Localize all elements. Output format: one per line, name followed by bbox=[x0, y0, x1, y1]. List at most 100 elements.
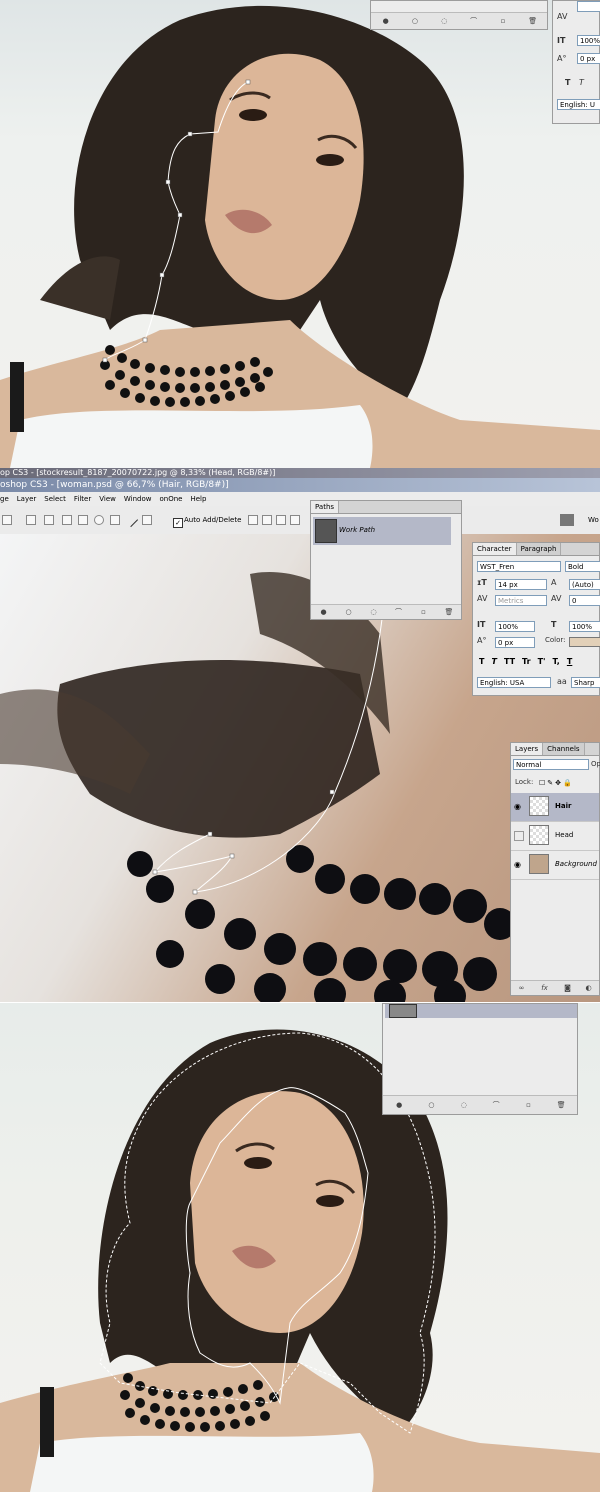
paths-panel-fragment-3: ● ○ ◌ ⌒ ▫ 🗑 bbox=[382, 1003, 578, 1115]
leading-field[interactable]: 100% bbox=[577, 35, 600, 46]
new-path-icon[interactable]: ▫ bbox=[524, 1101, 532, 1109]
tab-layers[interactable]: Layers bbox=[511, 743, 544, 755]
tracking-field[interactable]: 0 bbox=[569, 595, 600, 606]
menu-select[interactable]: Select bbox=[44, 492, 66, 506]
auto-add-delete-checkbox[interactable]: ✓ bbox=[173, 518, 183, 528]
lock-icons[interactable]: ☐✎✥🔒 bbox=[539, 779, 574, 787]
faux-italic-button[interactable]: T bbox=[491, 657, 496, 666]
trash-icon[interactable]: 🗑 bbox=[445, 608, 454, 616]
superscript-button[interactable]: T' bbox=[538, 657, 546, 666]
baseline-shift-field[interactable]: 0 px bbox=[495, 637, 535, 648]
character-panel-fragment-1: AV IT 100% A° 0 px T T English: U bbox=[552, 0, 600, 124]
path-row-work-path[interactable]: Work Path bbox=[313, 517, 451, 545]
new-path-icon[interactable]: ▫ bbox=[499, 17, 507, 25]
link-icon[interactable]: ∞ bbox=[518, 984, 526, 992]
stroke-path-icon[interactable]: ○ bbox=[427, 1101, 435, 1109]
all-caps-button[interactable]: TT bbox=[504, 657, 515, 666]
path-subtract-button[interactable] bbox=[262, 515, 272, 525]
menu-filter[interactable]: Filter bbox=[74, 492, 91, 506]
adjustment-icon[interactable]: ◐ bbox=[585, 984, 593, 992]
tab-character[interactable]: Character bbox=[473, 543, 517, 555]
language-select[interactable]: English: USA bbox=[477, 677, 551, 688]
layer-row-hair[interactable]: ◉ Hair bbox=[511, 793, 599, 822]
leading-field[interactable]: (Auto) bbox=[569, 579, 600, 590]
font-style-select[interactable]: Bold bbox=[565, 561, 600, 572]
polygon-tool-button[interactable] bbox=[110, 515, 120, 525]
make-path-icon[interactable]: ⌒ bbox=[470, 17, 478, 25]
photo-frame-1 bbox=[0, 0, 600, 468]
font-size-field[interactable]: 14 px bbox=[495, 579, 547, 590]
load-selection-icon[interactable]: ◌ bbox=[440, 17, 448, 25]
trash-icon[interactable]: 🗑 bbox=[557, 1101, 566, 1109]
character-panel: Character Paragraph WST_Fren Bold ɪT 14 … bbox=[472, 542, 600, 696]
kerning-field[interactable]: Metrics bbox=[495, 595, 547, 606]
new-path-icon[interactable]: ▫ bbox=[420, 608, 428, 616]
layer-thumbnail bbox=[529, 854, 549, 874]
workspace-icon[interactable] bbox=[560, 514, 574, 526]
tracking-field-fragment[interactable] bbox=[577, 1, 600, 12]
eye-icon[interactable]: ◉ bbox=[514, 802, 524, 812]
fill-path-icon[interactable]: ● bbox=[382, 17, 390, 25]
font-family-select[interactable]: WST_Fren bbox=[477, 561, 561, 572]
fill-path-icon[interactable]: ● bbox=[320, 608, 328, 616]
path-intersect-button[interactable] bbox=[276, 515, 286, 525]
leading-icon: A bbox=[551, 578, 557, 587]
blend-mode-select[interactable]: Normal bbox=[513, 759, 589, 770]
language-select[interactable]: English: U bbox=[557, 99, 600, 110]
make-path-icon[interactable]: ⌒ bbox=[395, 608, 403, 616]
antialias-select[interactable]: Sharp bbox=[571, 677, 600, 688]
fx-label[interactable]: fx bbox=[539, 984, 551, 992]
tab-paths[interactable]: Paths bbox=[311, 501, 340, 513]
baseline-shift-field[interactable]: 0 px bbox=[577, 53, 600, 64]
custom-shape-button[interactable] bbox=[142, 515, 152, 525]
vertical-scale-field[interactable]: 100% bbox=[495, 621, 535, 632]
menu-view[interactable]: View bbox=[99, 492, 116, 506]
menu-image[interactable]: ge bbox=[0, 492, 9, 506]
menu-help[interactable]: Help bbox=[190, 492, 206, 506]
tab-paragraph[interactable]: Paragraph bbox=[516, 543, 562, 555]
line-tool-button[interactable] bbox=[123, 512, 139, 528]
paths-mode-button[interactable] bbox=[26, 515, 36, 525]
faux-bold-button[interactable]: T bbox=[479, 657, 484, 666]
paths-panel-fragment-1: ● ○ ◌ ⌒ ▫ 🗑 bbox=[370, 0, 548, 30]
underline-button[interactable]: T bbox=[567, 657, 572, 666]
eye-icon[interactable]: ◉ bbox=[514, 860, 524, 870]
load-selection-icon[interactable]: ◌ bbox=[370, 608, 378, 616]
style-buttons-row: T T TT Tr T' T, T bbox=[479, 657, 572, 666]
faux-bold-button[interactable]: T bbox=[565, 77, 570, 88]
ellipse-tool-button[interactable] bbox=[94, 515, 104, 525]
path-add-button[interactable] bbox=[248, 515, 258, 525]
paths-tabrow: Paths bbox=[311, 501, 461, 514]
layer-row-background[interactable]: ◉ Background bbox=[511, 851, 599, 880]
window-title: oshop CS3 - [woman.psd @ 66,7% (Hair, RG… bbox=[0, 478, 600, 492]
path-thumbnail bbox=[315, 519, 337, 543]
fill-path-icon[interactable]: ● bbox=[395, 1101, 403, 1109]
rounded-rect-tool-button[interactable] bbox=[78, 515, 88, 525]
load-selection-icon[interactable]: ◌ bbox=[460, 1101, 468, 1109]
layer-name: Background bbox=[555, 860, 597, 868]
menu-layer[interactable]: Layer bbox=[17, 492, 37, 506]
small-caps-button[interactable]: Tr bbox=[522, 657, 531, 666]
mask-icon[interactable]: ◙ bbox=[564, 984, 572, 992]
subscript-button[interactable]: T, bbox=[552, 657, 559, 666]
path-row-fragment[interactable] bbox=[385, 1004, 577, 1018]
pen-tool-button[interactable] bbox=[44, 515, 54, 525]
menu-window[interactable]: Window bbox=[124, 492, 152, 506]
path-thumbnail bbox=[389, 1004, 417, 1018]
shape-layers-button[interactable] bbox=[2, 515, 12, 525]
menu-onone[interactable]: onOne bbox=[159, 492, 182, 506]
path-exclude-button[interactable] bbox=[290, 515, 300, 525]
rectangle-tool-button[interactable] bbox=[62, 515, 72, 525]
make-path-icon[interactable]: ⌒ bbox=[492, 1101, 500, 1109]
stroke-path-icon[interactable]: ○ bbox=[345, 608, 353, 616]
layer-row-head[interactable]: Head bbox=[511, 822, 599, 851]
color-swatch[interactable] bbox=[569, 637, 600, 647]
trash-icon[interactable]: 🗑 bbox=[528, 17, 537, 25]
faux-italic-button[interactable]: T bbox=[579, 77, 584, 88]
visibility-toggle-empty[interactable] bbox=[514, 831, 524, 841]
stroke-path-icon[interactable]: ○ bbox=[411, 17, 419, 25]
tab-channels[interactable]: Channels bbox=[543, 743, 585, 755]
horizontal-scale-field[interactable]: 100% bbox=[569, 621, 600, 632]
tracking-icon: AV bbox=[551, 594, 562, 603]
color-label: Color: bbox=[545, 636, 566, 644]
